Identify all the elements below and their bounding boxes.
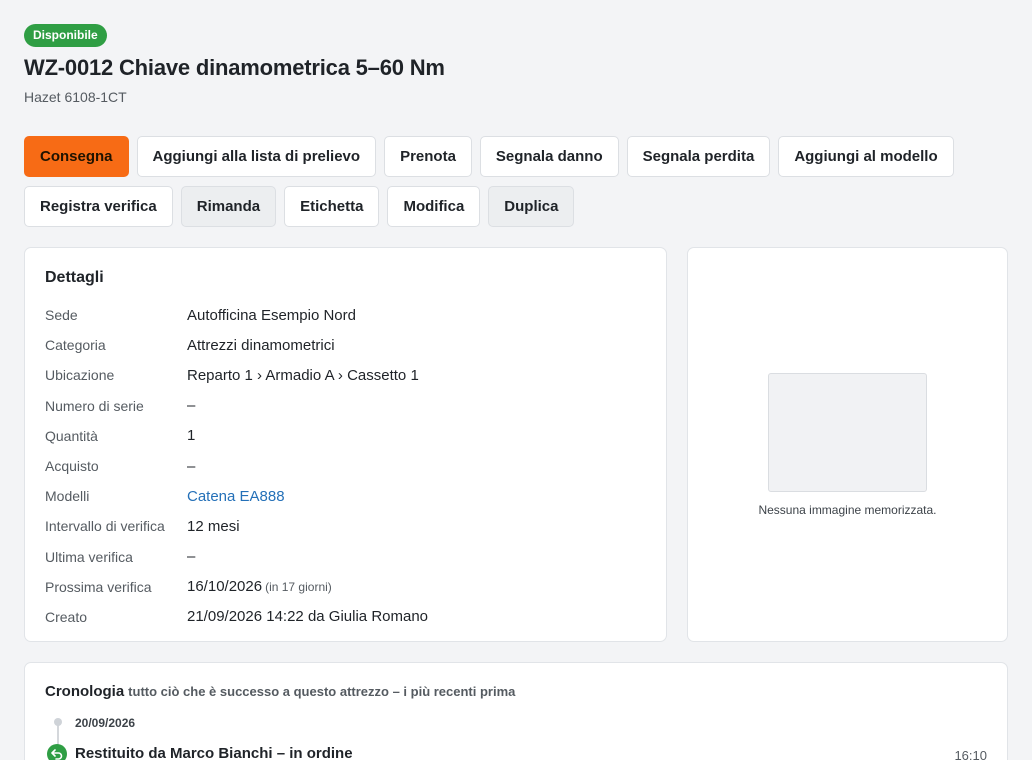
- history-event-time: 16:10: [954, 748, 987, 760]
- image-card: Nessuna immagine memorizzata.: [687, 247, 1008, 642]
- postpone-button[interactable]: Rimanda: [180, 186, 277, 227]
- history-title: Cronologia: [45, 683, 125, 700]
- detail-value: –: [187, 548, 196, 566]
- detail-row-next-inspection: Prossima verifica 16/10/2026 (in 17 gior…: [45, 572, 645, 602]
- detail-row-quantity: Quantità 1: [45, 421, 645, 451]
- history-header: Cronologia tutto ciò che è successo a qu…: [45, 683, 515, 700]
- history-event-text: Restituito da Marco Bianchi – in ordine: [75, 745, 353, 760]
- detail-label: Intervallo di verifica: [45, 518, 165, 535]
- detail-value: Attrezzi dinamometrici: [187, 336, 335, 354]
- detail-label: Prossima verifica: [45, 578, 152, 595]
- label-button[interactable]: Etichetta: [284, 186, 380, 227]
- detail-value: 12 mesi: [187, 517, 240, 535]
- timeline-dot: [54, 718, 62, 726]
- history-date: 20/09/2026: [75, 716, 136, 730]
- add-to-template-button[interactable]: Aggiungi al modello: [778, 136, 954, 177]
- edit-button[interactable]: Modifica: [387, 186, 481, 227]
- details-title: Dettagli: [45, 269, 104, 286]
- detail-label: Acquisto: [45, 458, 99, 475]
- action-bar-primary: Consegna Aggiungi alla lista di prelievo…: [24, 136, 954, 177]
- detail-label: Ubicazione: [45, 367, 115, 384]
- detail-label: Quantità: [45, 427, 98, 444]
- image-placeholder: [768, 373, 927, 492]
- detail-row-purchase: Acquisto –: [45, 451, 645, 481]
- detail-label: Creato: [45, 608, 88, 625]
- detail-value: –: [187, 397, 196, 415]
- return-arrow-icon: [47, 744, 67, 760]
- detail-row-created: Creato 21/09/2026 14:22 da Giulia Romano: [45, 602, 645, 632]
- detail-row-location: Sede Autofficina Esempio Nord: [45, 300, 645, 330]
- reserve-button[interactable]: Prenota: [384, 136, 472, 177]
- checkout-button[interactable]: Consegna: [24, 136, 129, 177]
- details-card: Dettagli Sede Autofficina Esempio Nord C…: [24, 247, 667, 642]
- action-bar-secondary: Registra verifica Rimanda Etichetta Modi…: [24, 186, 575, 227]
- detail-row-storage: Ubicazione Reparto 1 › Armadio A › Casse…: [45, 360, 645, 390]
- detail-label: Numero di serie: [45, 397, 144, 414]
- detail-note: (in 17 giorni): [265, 579, 332, 594]
- detail-label: Modelli: [45, 488, 90, 505]
- detail-value: 16/10/2026: [187, 578, 263, 596]
- report-loss-button[interactable]: Segnala perdita: [626, 136, 771, 177]
- page-subtitle: Hazet 6108-1CT: [24, 89, 127, 105]
- detail-row-last-inspection: Ultima verifica –: [45, 542, 645, 572]
- detail-label: Sede: [45, 307, 78, 324]
- image-caption: Nessuna immagine memorizzata.: [758, 503, 937, 517]
- detail-row-category: Categoria Attrezzi dinamometrici: [45, 330, 645, 360]
- detail-value: Reparto 1 › Armadio A › Cassetto 1: [187, 366, 419, 384]
- template-link[interactable]: Catena EA888: [187, 488, 285, 505]
- detail-row-templates: Modelli Catena EA888: [45, 481, 645, 511]
- log-inspection-button[interactable]: Registra verifica: [24, 186, 173, 227]
- detail-row-inspection-interval: Intervallo di verifica 12 mesi: [45, 511, 645, 541]
- detail-value: 1: [187, 427, 196, 445]
- history-card: Cronologia tutto ciò che è successo a qu…: [24, 662, 1008, 760]
- detail-value: Autofficina Esempio Nord: [187, 306, 356, 324]
- detail-value: –: [187, 457, 196, 475]
- detail-value: 21/09/2026 14:22 da Giulia Romano: [187, 608, 429, 626]
- detail-label: Categoria: [45, 337, 106, 354]
- details-list: Sede Autofficina Esempio Nord Categoria …: [45, 300, 645, 632]
- add-to-picklist-button[interactable]: Aggiungi alla lista di prelievo: [136, 136, 377, 177]
- page-title: WZ-0012 Chiave dinamometrica 5–60 Nm: [24, 55, 445, 80]
- detail-row-serial: Numero di serie –: [45, 391, 645, 421]
- status-badge: Disponibile: [24, 24, 107, 47]
- detail-label: Ultima verifica: [45, 548, 133, 565]
- report-damage-button[interactable]: Segnala danno: [479, 136, 619, 177]
- duplicate-button[interactable]: Duplica: [488, 186, 575, 227]
- history-description: tutto ciò che è successo a questo attrez…: [128, 684, 516, 699]
